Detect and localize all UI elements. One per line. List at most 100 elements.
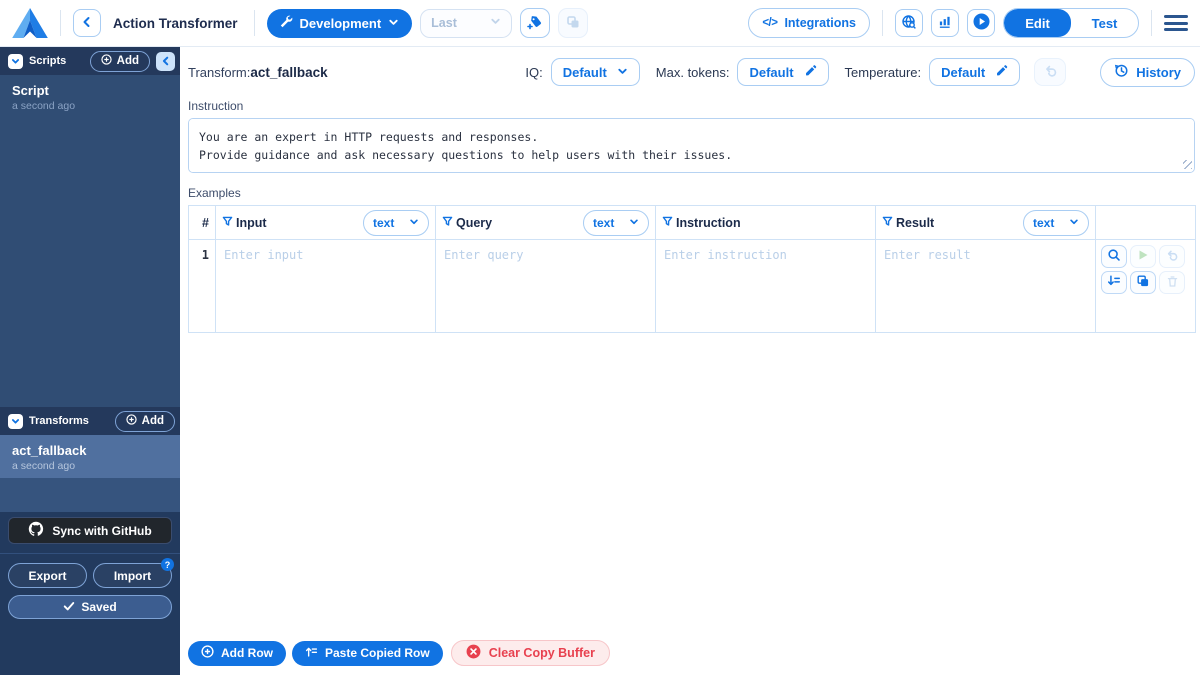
model-controls: IQ: Default Max. tokens: Default Tempera… (517, 57, 1195, 87)
paste-copied-row-button[interactable]: Paste Copied Row (292, 640, 443, 666)
edit-test-toggle: Edit Test (1003, 8, 1139, 38)
export-button[interactable]: Export (8, 563, 87, 588)
scripts-section-header: Scripts Add (0, 47, 180, 75)
result-cell-textarea[interactable] (876, 240, 1095, 332)
menu-button[interactable] (1164, 14, 1188, 32)
script-list-item[interactable]: Script a second ago (0, 75, 180, 118)
chevron-down-icon (11, 54, 20, 69)
add-tag-button[interactable] (520, 8, 551, 38)
tab-edit[interactable]: Edit (1004, 9, 1071, 37)
divider (882, 10, 883, 36)
play-circle-icon (973, 13, 990, 33)
row-actions (1101, 245, 1190, 294)
copy-tags-button[interactable] (558, 8, 589, 38)
max-tokens-label: Max. tokens: (655, 64, 730, 80)
import-button[interactable]: Import ? (93, 558, 174, 588)
history-label: History (1136, 64, 1181, 80)
add-row-button[interactable]: Add Row (188, 640, 286, 666)
transform-item-name: act_fallback (12, 443, 87, 458)
add-row-label: Add Row (221, 646, 273, 660)
transforms-collapse-toggle[interactable] (8, 413, 23, 429)
transform-list-item-act-fallback[interactable]: act_fallback a second ago (0, 435, 180, 478)
copy-tags-icon (566, 15, 580, 32)
divider (0, 553, 180, 554)
temperature-edit-button[interactable]: Default (929, 58, 1021, 86)
undo-button[interactable] (1034, 58, 1067, 86)
query-column-header: Query text (435, 205, 656, 240)
app-logo-icon (12, 8, 48, 38)
help-badge[interactable]: ? (161, 558, 174, 571)
insert-row-icon (1107, 274, 1121, 291)
filter-icon[interactable] (442, 216, 453, 230)
tag-plus-icon (527, 14, 543, 33)
transform-title: Transform:act_fallback (188, 65, 328, 80)
iq-label: IQ: (525, 64, 543, 80)
filter-icon[interactable] (882, 216, 893, 230)
environment-dropdown[interactable]: Development (266, 8, 413, 38)
result-type-dropdown[interactable]: text (1023, 209, 1089, 236)
input-column-header: Input text (215, 205, 436, 240)
code-icon: </> (762, 17, 778, 29)
query-cell-textarea[interactable] (436, 240, 655, 332)
undo-row-button[interactable] (1159, 245, 1185, 268)
query-type-dropdown[interactable]: text (583, 209, 649, 236)
inspect-row-button[interactable] (1101, 245, 1127, 268)
integrations-button[interactable]: </> Integrations (748, 8, 870, 38)
transform-title-name: act_fallback (250, 64, 328, 80)
clear-copy-buffer-button[interactable]: Clear Copy Buffer (450, 640, 610, 666)
script-item-meta: a second ago (12, 100, 76, 112)
chevron-down-icon (617, 65, 628, 80)
result-column-header: Result text (875, 205, 1096, 240)
examples-label: Examples (188, 186, 241, 200)
history-button[interactable]: History (1100, 57, 1195, 87)
app-window: Action Transformer Development Last </> … (0, 0, 1200, 675)
magnifier-icon (1107, 248, 1121, 265)
filter-icon[interactable] (662, 216, 673, 230)
paste-row-icon (305, 645, 318, 661)
actions-column-header (1095, 205, 1196, 240)
plus-circle-icon (125, 414, 137, 428)
web-search-button[interactable] (895, 9, 923, 37)
play-icon (1137, 249, 1149, 264)
delete-row-button[interactable] (1159, 271, 1185, 294)
scripts-section-title: Scripts (29, 55, 67, 67)
instruction-cell-textarea[interactable] (656, 240, 875, 332)
input-cell-textarea[interactable] (216, 240, 435, 332)
trash-icon (1166, 275, 1179, 291)
sidebar-collapse-button[interactable] (156, 51, 175, 71)
insert-row-button[interactable] (1101, 271, 1127, 294)
x-circle-icon (466, 644, 481, 662)
table-actions-bar: Add Row Paste Copied Row Clear Copy Buff… (188, 640, 610, 666)
max-tokens-value: Default (749, 64, 794, 80)
max-tokens-edit-button[interactable]: Default (737, 58, 829, 86)
sync-github-button[interactable]: Sync with GitHub (8, 517, 172, 544)
filter-icon[interactable] (222, 216, 233, 230)
add-script-button[interactable]: Add (89, 50, 150, 72)
analytics-button[interactable] (931, 9, 959, 37)
chevron-down-icon (409, 216, 419, 230)
back-button[interactable] (73, 9, 101, 37)
run-row-button[interactable] (1130, 245, 1156, 268)
version-dropdown[interactable]: Last (420, 8, 513, 38)
hamburger-icon (1164, 15, 1188, 18)
run-button[interactable] (967, 9, 995, 37)
input-type-dropdown[interactable]: text (363, 209, 429, 236)
bar-chart-icon (938, 14, 953, 32)
instruction-textarea[interactable]: You are an expert in HTTP requests and r… (188, 118, 1195, 173)
iq-dropdown[interactable]: Default (550, 58, 640, 86)
add-transform-button[interactable]: Add (114, 410, 175, 432)
pencil-icon (995, 64, 1008, 80)
examples-header-row: # Input text Query text Instruction Resu… (188, 205, 1196, 240)
scripts-collapse-toggle[interactable] (8, 53, 23, 69)
tab-test[interactable]: Test (1071, 9, 1138, 37)
copy-row-button[interactable] (1130, 271, 1156, 294)
instruction-label: Instruction (188, 99, 244, 113)
chevron-down-icon (388, 16, 399, 31)
saved-button[interactable]: Saved (8, 595, 172, 619)
chevron-down-icon (490, 16, 501, 30)
example-row-1: 1 (188, 239, 1196, 333)
saved-label: Saved (81, 600, 117, 614)
temperature-value: Default (941, 64, 986, 80)
main-content: Transform:act_fallback IQ: Default Max. … (180, 47, 1200, 675)
